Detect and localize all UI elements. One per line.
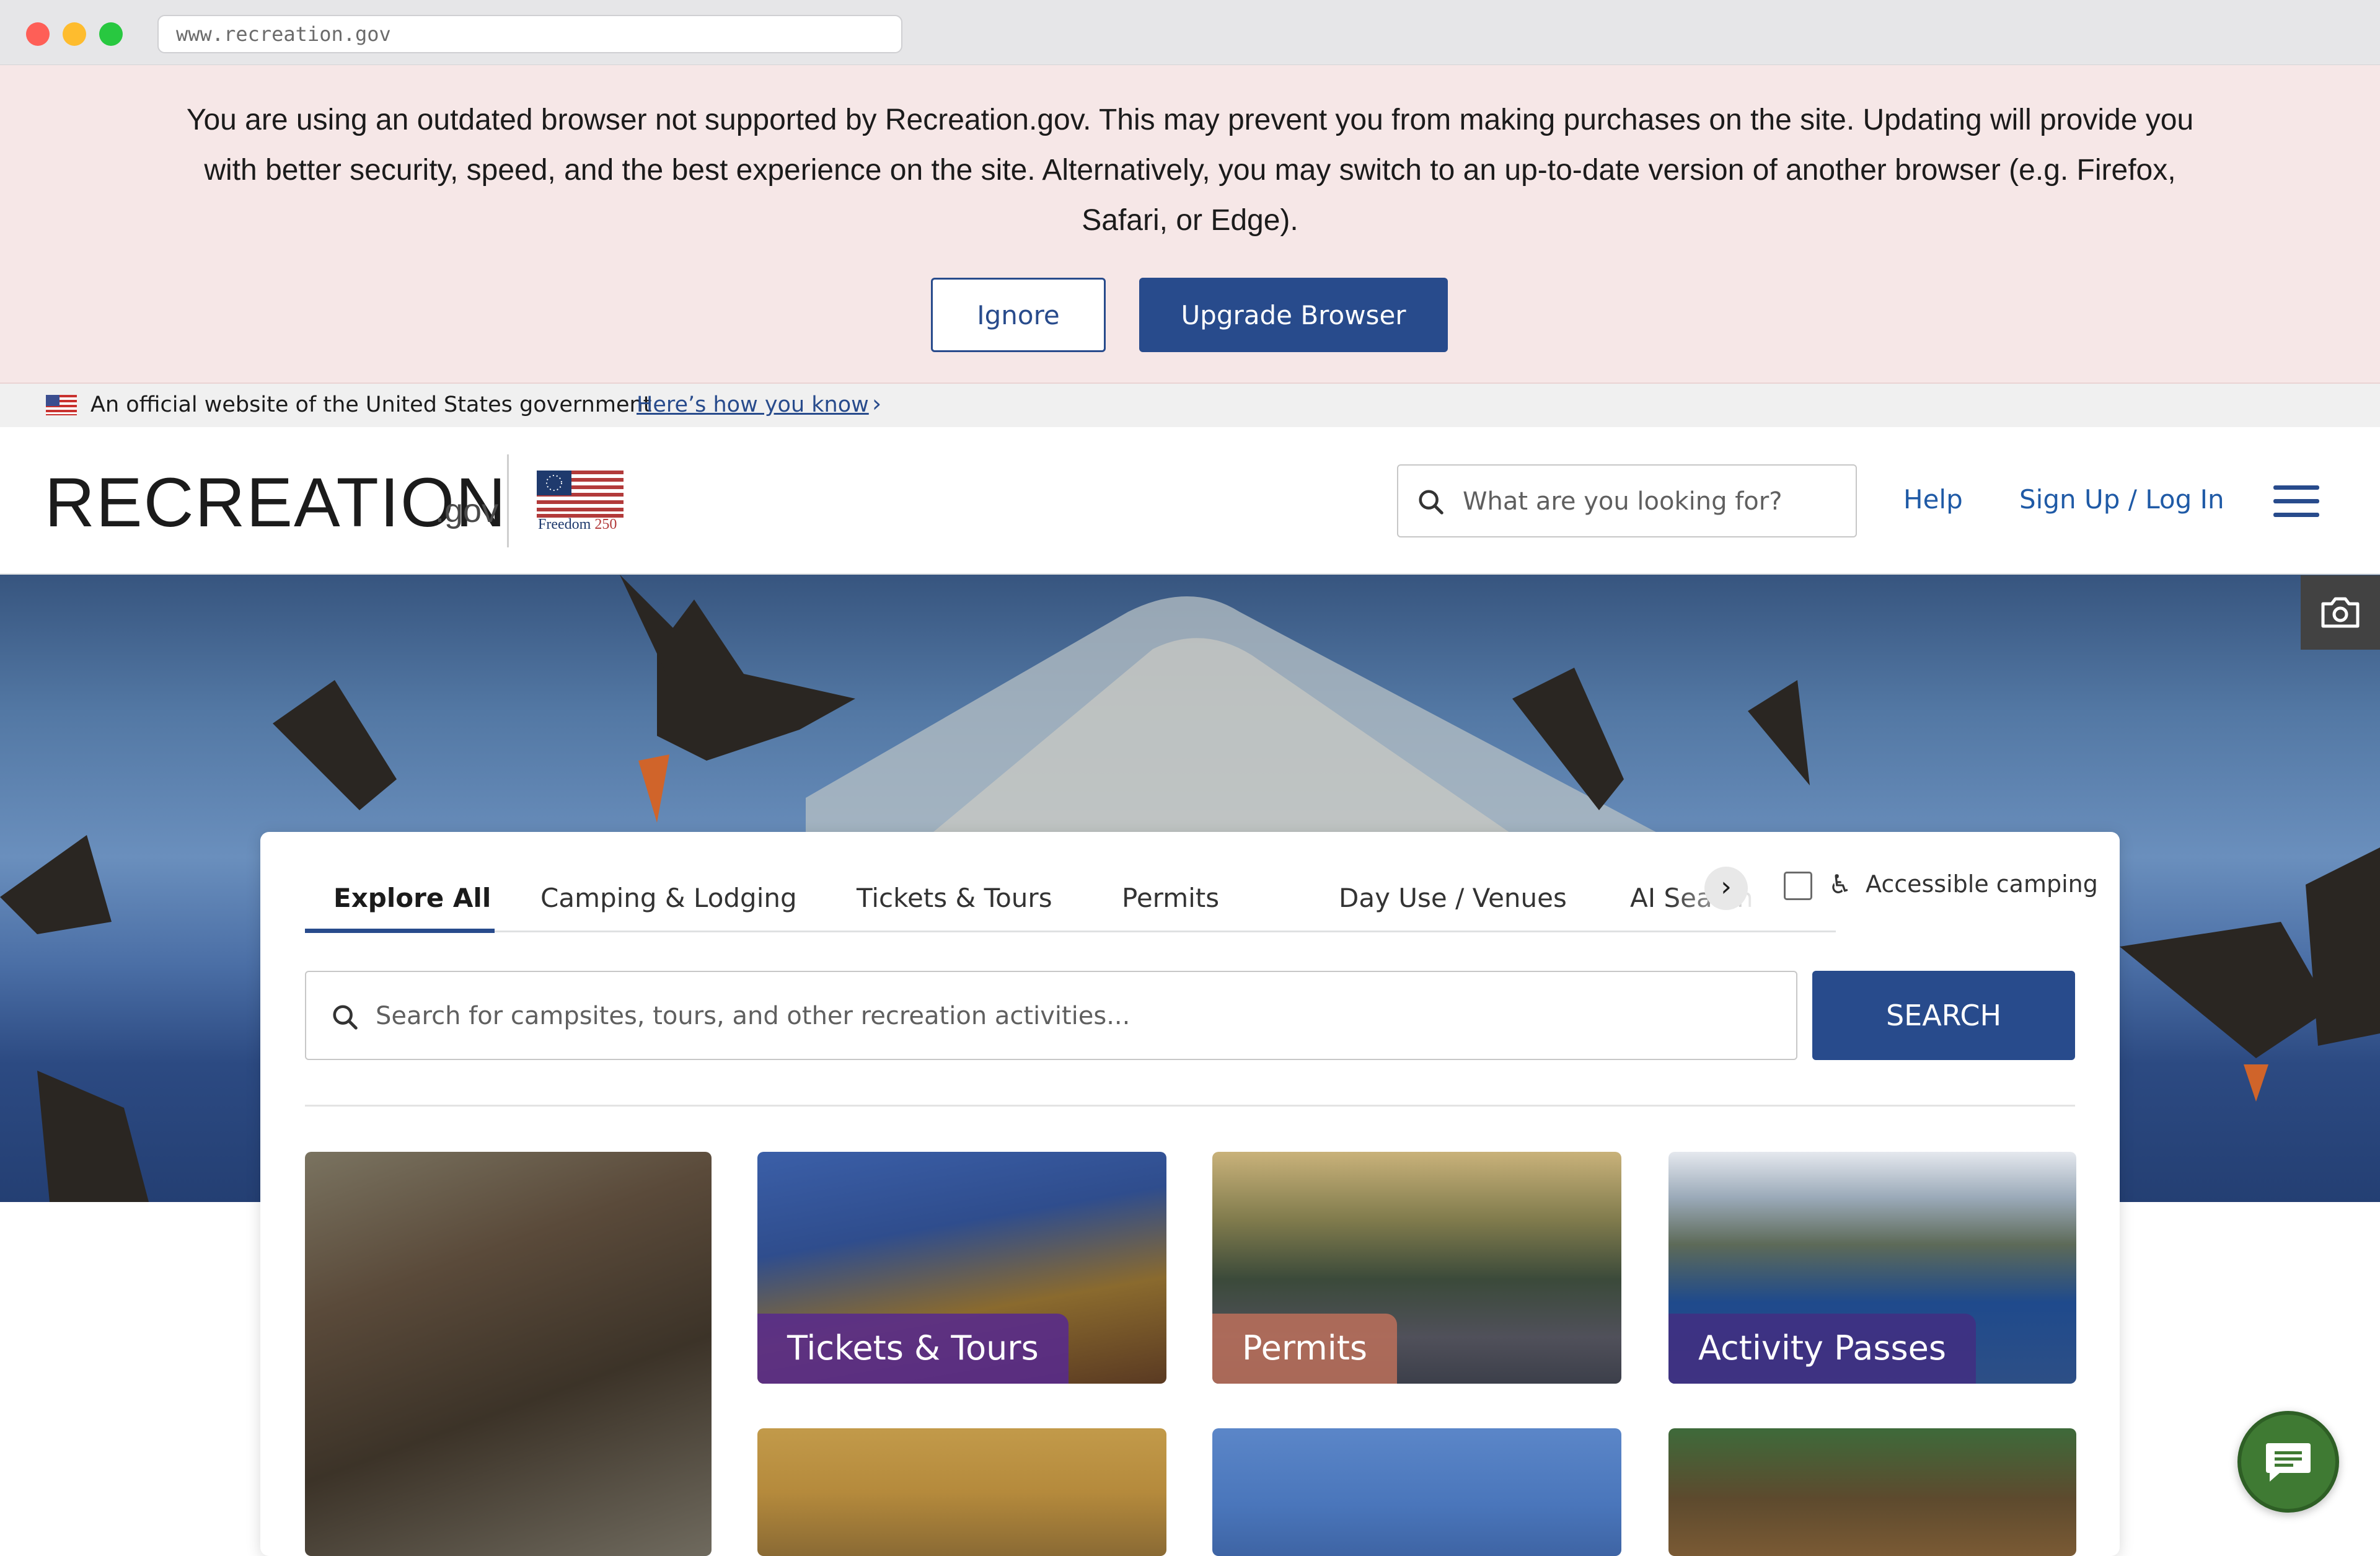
tab-explore-all[interactable]: Explore All xyxy=(333,883,491,913)
logo-divider xyxy=(507,454,509,547)
tile-label-permits: Permits xyxy=(1212,1314,1398,1384)
header-search[interactable] xyxy=(1397,464,1857,537)
banner-message: You are using an outdated browser not su… xyxy=(186,104,2194,237)
ignore-button[interactable]: Ignore xyxy=(931,278,1106,352)
accessibility-icon: ♿ xyxy=(1828,869,1852,900)
search-icon xyxy=(1419,490,1443,515)
tile-label-tickets-tours: Tickets & Tours xyxy=(757,1314,1069,1384)
signup-login-link[interactable]: Sign Up / Log In xyxy=(2019,484,2224,515)
tab-camping-lodging[interactable]: Camping & Lodging xyxy=(540,883,797,913)
tabs-next-chevron-icon[interactable]: › xyxy=(1704,867,1748,910)
outdated-browser-banner: You are using an outdated browser not su… xyxy=(0,65,2380,384)
category-tabs: Explore All Camping & Lodging Tickets & … xyxy=(305,867,1836,933)
chevron-right-icon[interactable]: › xyxy=(872,390,881,417)
tile-hiking[interactable] xyxy=(757,1428,1166,1556)
freedom-250-text: Freedom 250 xyxy=(538,516,617,533)
browser-chrome: www.recreation.gov xyxy=(0,0,2380,65)
upgrade-browser-button[interactable]: Upgrade Browser xyxy=(1139,278,1448,352)
us-flag-icon xyxy=(46,395,77,415)
search-card: Explore All Camping & Lodging Tickets & … xyxy=(260,832,2120,1556)
active-tab-indicator xyxy=(305,929,495,933)
camera-icon xyxy=(2321,597,2360,628)
accessible-camping-label[interactable]: Accessible camping xyxy=(1866,870,2098,898)
minimize-window-button[interactable] xyxy=(63,22,86,46)
main-search-input[interactable] xyxy=(376,994,1776,1038)
camera-button[interactable] xyxy=(2301,575,2380,650)
search-icon xyxy=(333,1005,358,1030)
maximize-window-button[interactable] xyxy=(99,22,123,46)
tile-pavilion[interactable] xyxy=(1668,1428,2076,1556)
tile-fishing[interactable] xyxy=(1212,1428,1621,1556)
official-site-text: An official website of the United States… xyxy=(90,392,652,417)
freedom-250-flag-icon xyxy=(537,471,624,518)
official-gov-strip: An official website of the United States… xyxy=(0,384,2380,427)
how-you-know-link[interactable]: Here’s how you know xyxy=(637,392,869,417)
tile-activity-passes[interactable]: Activity Passes xyxy=(1668,1152,2076,1384)
tab-day-use-venues[interactable]: Day Use / Venues xyxy=(1339,883,1567,913)
site-header: RECREATION .gov Freedom 250 Help Sign Up… xyxy=(0,427,2380,575)
main-search[interactable] xyxy=(305,971,1797,1060)
address-bar[interactable]: www.recreation.gov xyxy=(157,15,902,53)
tab-permits[interactable]: Permits xyxy=(1122,883,1219,913)
tile-label-activity-passes: Activity Passes xyxy=(1668,1314,1976,1384)
hamburger-menu-icon[interactable] xyxy=(2273,485,2319,518)
search-button[interactable]: SEARCH xyxy=(1812,971,2075,1060)
chat-button[interactable] xyxy=(2237,1411,2339,1513)
tile-camping[interactable] xyxy=(305,1152,712,1556)
header-search-input[interactable] xyxy=(1463,482,1835,521)
tile-permits[interactable]: Permits xyxy=(1212,1152,1621,1384)
tab-tickets-tours[interactable]: Tickets & Tours xyxy=(857,883,1052,913)
card-divider xyxy=(305,1105,2075,1107)
logo-gov-suffix: .gov xyxy=(435,492,499,529)
chat-icon xyxy=(2266,1443,2311,1482)
close-window-button[interactable] xyxy=(26,22,50,46)
tile-tickets-tours[interactable]: Tickets & Tours xyxy=(757,1152,1166,1384)
accessible-camping-checkbox[interactable] xyxy=(1784,872,1812,900)
help-link[interactable]: Help xyxy=(1903,484,1963,515)
